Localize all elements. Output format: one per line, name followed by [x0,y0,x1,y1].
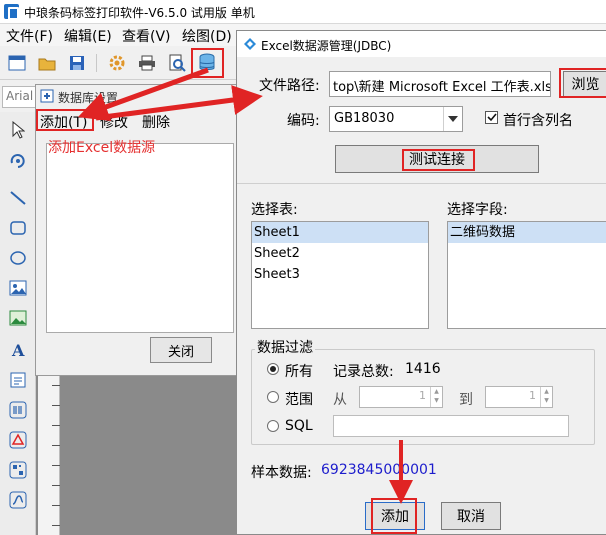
range-from-value: 1 [419,389,426,402]
vertical-ruler [38,375,60,535]
section-divider [237,183,606,184]
settings-gear-icon[interactable] [106,52,128,74]
chevron-down-icon[interactable] [443,107,462,131]
new-window-icon[interactable] [6,52,28,74]
menu-file[interactable]: 文件(F) [6,26,53,46]
app-title: 中琅条码标签打印软件-V6.5.0 试用版 单机 [24,6,255,20]
datasource-list[interactable] [46,143,234,333]
filter-range-label: 范围 [285,392,313,408]
select-pointer-icon[interactable] [6,118,30,142]
filter-label: 数据过滤 [255,337,315,357]
encoding-value: GB18030 [334,111,395,126]
left-toolbox: A [0,112,36,535]
rotate-icon[interactable] [6,148,30,172]
filter-all-label: 所有 [285,364,313,380]
database-settings-dialog: 数据库设置 添加(T) 修改 删除 添加Excel数据源 关闭 [35,84,245,376]
print-preview-icon[interactable] [166,52,188,74]
ellipse-tool-icon[interactable] [6,246,30,270]
line-tool-icon[interactable] [6,186,30,210]
database-highlight-box [191,48,224,78]
curve-tool-icon[interactable] [6,488,30,512]
test-connection-highlight-box [402,149,475,171]
open-folder-icon[interactable] [36,52,58,74]
image-tool-icon[interactable] [6,276,30,300]
excel-dialog-titlebar: Excel数据源管理(JDBC) [237,31,606,57]
database-settings-title: 数据库设置 [58,91,119,105]
design-canvas[interactable] [61,375,237,535]
qrcode-tool-icon[interactable] [6,458,30,482]
app-logo-icon [4,4,19,20]
record-total-label: 记录总数: [333,364,394,380]
barcode-tool-icon[interactable] [6,398,30,422]
range-to-value: 1 [529,389,536,402]
field-list[interactable]: 二维码数据 [447,221,606,329]
svg-text:A: A [11,341,25,359]
menu-view[interactable]: 查看(V) [122,26,171,46]
rounded-rect-tool-icon[interactable] [6,216,30,240]
sample-data-value: 6923845000001 [321,462,437,478]
file-path-label: 文件路径: [259,78,320,94]
header-row-checkbox[interactable] [485,111,498,124]
menu-draw[interactable]: 绘图(D) [182,26,232,46]
db-modify-menu[interactable]: 修改 [100,112,128,132]
field-row[interactable]: 二维码数据 [448,222,606,243]
picture-tool-icon[interactable] [6,306,30,330]
sql-input[interactable] [333,415,569,437]
cancel-button[interactable]: 取消 [441,502,501,530]
excel-datasource-dialog: Excel数据源管理(JDBC) 文件路径: top\新建 Microsoft … [236,30,606,535]
encoding-label: 编码: [287,113,320,129]
header-row-label: 首行含列名 [503,113,573,129]
menu-edit[interactable]: 编辑(E) [64,26,112,46]
table-row[interactable]: Sheet2 [252,243,428,264]
table-row[interactable]: Sheet3 [252,264,428,285]
range-to-label: 到 [459,392,473,408]
print-icon[interactable] [136,52,158,74]
select-table-label: 选择表: [251,202,298,218]
excel-dialog-icon [243,37,257,51]
range-from-stepper[interactable]: 1 ▲ ▼ [359,386,443,408]
save-icon[interactable] [66,52,88,74]
stepper-arrows-icon[interactable]: ▲ ▼ [540,387,552,407]
font-name-select[interactable]: Arial [2,86,38,108]
range-from-label: 从 [333,392,347,408]
db-add-highlight-box [36,109,94,131]
filter-all-radio[interactable] [267,363,279,375]
rich-text-tool-icon[interactable] [6,368,30,392]
close-button[interactable]: 关闭 [150,337,212,363]
filter-sql-label: SQL [285,418,313,434]
stepper-arrows-icon[interactable]: ▲ ▼ [430,387,442,407]
filter-range-radio[interactable] [267,391,279,403]
text-tool-icon[interactable]: A [6,338,30,362]
toolbar-separator [96,54,97,72]
shape-tool-icon[interactable] [6,428,30,452]
sample-data-label: 样本数据: [251,465,312,481]
db-delete-menu[interactable]: 删除 [142,112,170,132]
excel-dialog-title: Excel数据源管理(JDBC) [261,39,392,53]
add-highlight-box [371,498,417,534]
file-path-input[interactable]: top\新建 Microsoft Excel 工作表.xls [329,71,551,97]
record-total-value: 1416 [405,361,441,377]
app-titlebar: 中琅条码标签打印软件-V6.5.0 试用版 单机 [0,0,606,24]
filter-sql-radio[interactable] [267,420,279,432]
select-field-label: 选择字段: [447,202,508,218]
table-row[interactable]: Sheet1 [252,222,428,243]
add-excel-hint: 添加Excel数据源 [48,140,156,156]
database-settings-icon [40,89,54,103]
range-to-stepper[interactable]: 1 ▲ ▼ [485,386,553,408]
table-list[interactable]: Sheet1 Sheet2 Sheet3 [251,221,429,329]
browse-highlight-box [559,68,606,98]
